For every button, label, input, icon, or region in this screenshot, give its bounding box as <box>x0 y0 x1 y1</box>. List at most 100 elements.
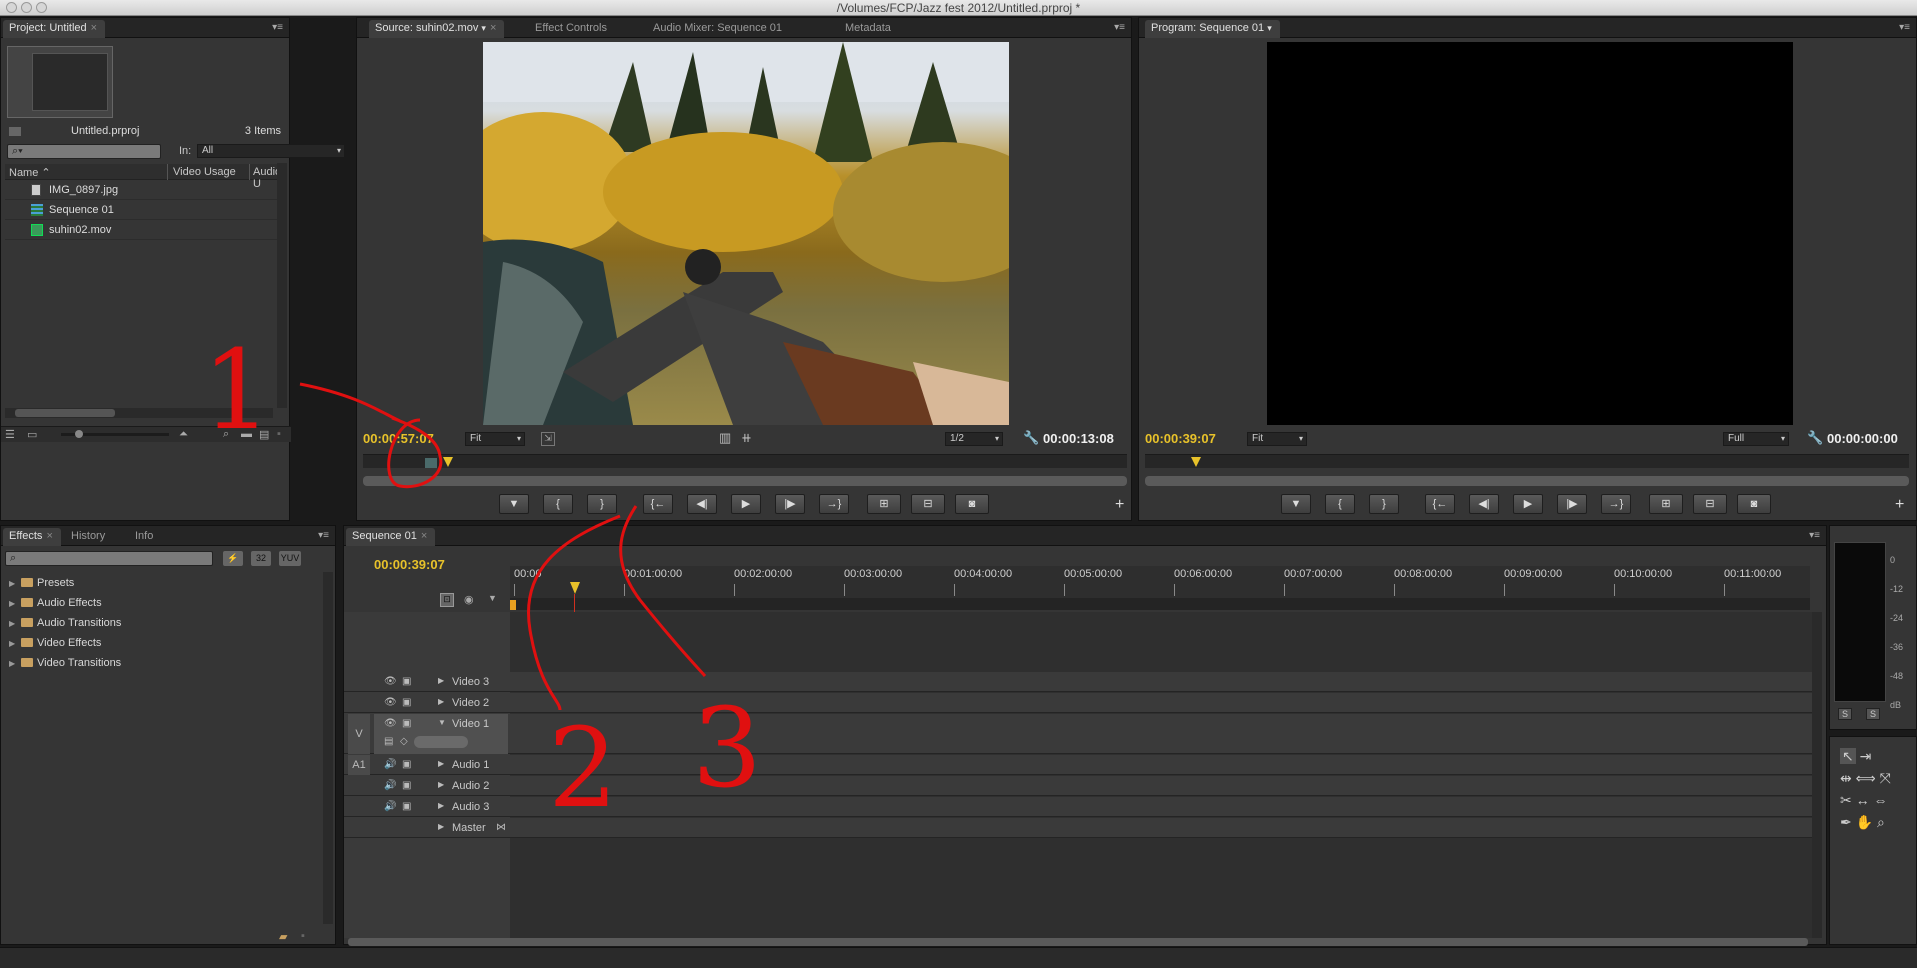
rolling-edit-tool-icon[interactable]: ⟺ <box>1856 770 1876 786</box>
search-bin-icon[interactable]: ⌕ <box>223 428 229 441</box>
lock-icon[interactable]: ▣ <box>402 759 411 770</box>
solo-right-button[interactable]: S <box>1866 708 1880 720</box>
expand-track-icon[interactable]: ▶ <box>438 759 444 768</box>
tab-effects[interactable]: Effects × <box>3 528 61 546</box>
list-view-icon[interactable]: ☰ <box>5 428 15 441</box>
zoom-tool-icon[interactable]: ⌕ <box>1877 814 1885 830</box>
close-tab-icon[interactable]: × <box>421 530 427 542</box>
drag-video-only-icon[interactable]: ▥ <box>719 430 731 446</box>
button-editor-icon[interactable]: + <box>1895 496 1904 514</box>
razor-tool-icon[interactable]: ✂ <box>1840 792 1852 808</box>
step-back-button[interactable]: ◀| <box>1469 494 1499 514</box>
mark-out-button[interactable]: } <box>1369 494 1399 514</box>
tab-program[interactable]: Program: Sequence 01 ▾ <box>1145 20 1280 38</box>
effects-folder-audio-transitions[interactable]: ▶ Audio Transitions <box>9 617 121 633</box>
program-resolution-dropdown[interactable]: Full ▾ <box>1723 432 1789 446</box>
accelerated-effects-icon[interactable]: ⚡ <box>223 551 243 566</box>
mark-in-button[interactable]: { <box>543 494 573 514</box>
insert-button[interactable]: ⊞ <box>867 494 901 514</box>
export-frame-button[interactable]: ◙ <box>955 494 989 514</box>
rate-stretch-tool-icon[interactable]: ⤧ <box>1880 770 1891 786</box>
overwrite-button[interactable]: ⊟ <box>911 494 945 514</box>
new-bin-icon[interactable]: ▬ <box>241 428 252 440</box>
expand-track-icon[interactable]: ▶ <box>438 780 444 789</box>
set-marker-icon[interactable]: ▼ <box>488 593 497 603</box>
source-resolution-dropdown[interactable]: 1/2 ▾ <box>945 432 1003 446</box>
add-marker-button[interactable]: ▼ <box>1281 494 1311 514</box>
snap-icon[interactable]: ⊡ <box>440 593 454 607</box>
button-editor-icon[interactable]: + <box>1115 496 1124 514</box>
effects-folder-presets[interactable]: ▶ Presets <box>9 577 74 593</box>
master-fit-icon[interactable]: ⋈ <box>496 822 506 833</box>
drag-video-icon[interactable]: ⇲ <box>541 432 555 446</box>
selection-tool-icon[interactable]: ↖ <box>1840 748 1856 764</box>
list-item[interactable]: Sequence 01 <box>5 200 277 220</box>
mark-out-button[interactable]: } <box>587 494 617 514</box>
lock-icon[interactable]: ▣ <box>402 697 411 708</box>
eye-icon[interactable]: 👁 <box>384 676 397 687</box>
timeline-current-timecode[interactable]: 00:00:39:07 <box>374 557 445 572</box>
extract-button[interactable]: ⊟ <box>1693 494 1727 514</box>
tab-metadata[interactable]: Metadata <box>839 20 899 38</box>
eye-icon[interactable]: 👁 <box>384 718 397 729</box>
slip-tool-icon[interactable]: ↔ <box>1856 792 1870 808</box>
add-marker-button[interactable]: ▼ <box>499 494 529 514</box>
eye-icon[interactable]: 👁 <box>384 697 397 708</box>
source-current-timecode[interactable]: 00:00:57:07 <box>363 431 434 446</box>
step-back-button[interactable]: ◀| <box>687 494 717 514</box>
tab-effect-controls[interactable]: Effect Controls <box>529 20 615 38</box>
tab-project[interactable]: Project: Untitled × <box>3 20 106 38</box>
keyframe-icon[interactable]: ◉ <box>464 593 474 606</box>
display-style-icon[interactable]: ▤ <box>384 736 393 747</box>
yuv-effects-button[interactable]: YUV <box>279 551 301 566</box>
settings-wrench-icon[interactable]: 🔧 <box>1807 430 1823 446</box>
track-video-1[interactable]: V 👁 ▣ ▼ Video 1 ▤ ◇ <box>344 714 1812 754</box>
project-search-input[interactable]: ⌕▾ <box>7 144 161 159</box>
name-column-header[interactable]: Name ⌃ <box>9 166 51 179</box>
expand-track-icon[interactable]: ▶ <box>438 697 444 706</box>
solo-left-button[interactable]: S <box>1838 708 1852 720</box>
lock-icon[interactable]: ▣ <box>402 718 411 729</box>
close-tab-icon[interactable]: × <box>91 22 97 34</box>
tab-audio-mixer[interactable]: Audio Mixer: Sequence 01 <box>647 20 790 38</box>
source-fit-dropdown[interactable]: Fit ▾ <box>465 432 525 446</box>
timeline-vscrollbar[interactable] <box>1812 612 1822 938</box>
track-audio-3[interactable]: 🔊 ▣ ▶ Audio 3 <box>344 797 1812 817</box>
close-tab-icon[interactable]: × <box>46 530 52 542</box>
effects-search-input[interactable]: ⌕ <box>5 551 213 566</box>
effects-folder-video-effects[interactable]: ▶ Video Effects <box>9 637 101 653</box>
source-time-ruler[interactable] <box>363 454 1127 468</box>
effects-folder-audio-effects[interactable]: ▶ Audio Effects <box>9 597 102 613</box>
pen-tool-icon[interactable]: ✒ <box>1840 814 1852 830</box>
speaker-icon[interactable]: 🔊 <box>384 801 396 812</box>
go-to-in-button[interactable]: {← <box>1425 494 1455 514</box>
automate-icon[interactable]: ⏶ <box>179 428 188 441</box>
drag-audio-only-icon[interactable]: ⧺ <box>741 430 752 446</box>
go-to-in-button[interactable]: {← <box>643 494 673 514</box>
list-item[interactable]: suhin02.mov <box>5 220 277 240</box>
video-usage-column-header[interactable]: Video Usage <box>173 166 236 178</box>
hand-tool-icon[interactable]: ✋ <box>1856 814 1873 830</box>
track-audio-1[interactable]: A1 🔊 ▣ ▶ Audio 1 <box>344 755 1812 775</box>
settings-wrench-icon[interactable]: 🔧 <box>1023 430 1039 446</box>
track-video-3[interactable]: 👁 ▣ ▶ Video 3 <box>344 672 1812 692</box>
ripple-edit-tool-icon[interactable]: ⇹ <box>1840 770 1852 786</box>
expand-track-icon[interactable]: ▶ <box>438 676 444 685</box>
speaker-icon[interactable]: 🔊 <box>384 780 396 791</box>
go-to-out-button[interactable]: →} <box>1601 494 1631 514</box>
program-playhead[interactable] <box>1191 457 1201 467</box>
work-area-bar[interactable] <box>510 598 1810 610</box>
panel-menu-icon[interactable]: ▾≡ <box>1899 22 1910 33</box>
panel-menu-icon[interactable]: ▾≡ <box>318 530 329 541</box>
panel-menu-icon[interactable]: ▾≡ <box>272 22 283 33</box>
play-button[interactable]: ▶ <box>1513 494 1543 514</box>
tab-sequence[interactable]: Sequence 01 × <box>346 528 436 546</box>
timeline-ruler[interactable]: 00:00 00:01:00:00 00:02:00:00 00:03:00:00 00… <box>510 566 1840 598</box>
lock-icon[interactable]: ▣ <box>402 676 411 687</box>
new-custom-bin-icon[interactable]: ▰ <box>279 930 287 943</box>
expand-track-icon[interactable]: ▶ <box>438 822 444 831</box>
slide-tool-icon[interactable]: ⇔ <box>1874 792 1888 808</box>
track-video-2[interactable]: 👁 ▣ ▶ Video 2 <box>344 693 1812 713</box>
list-item[interactable]: IMG_0897.jpg <box>5 180 277 200</box>
delete-icon[interactable]: ▪ <box>301 930 305 942</box>
